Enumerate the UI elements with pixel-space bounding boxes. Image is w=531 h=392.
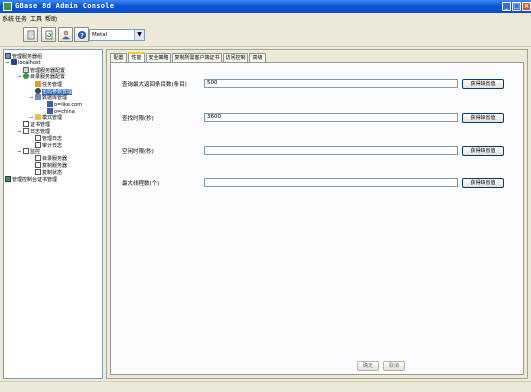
tree-node[interactable]: 复制状态 bbox=[35, 169, 62, 176]
minimize-button[interactable]: _ bbox=[502, 2, 511, 11]
tab-performance[interactable]: 性能 bbox=[128, 52, 145, 62]
document-button[interactable] bbox=[23, 27, 38, 42]
tree-node[interactable]: 模式管理 bbox=[35, 114, 62, 121]
title-bar: GBase 8d Admin Console _ □ × bbox=[0, 0, 531, 13]
expander-icon[interactable]: ⊸ bbox=[5, 60, 9, 66]
ok-button[interactable]: 确定 bbox=[357, 361, 379, 371]
close-button[interactable]: × bbox=[522, 2, 531, 11]
cancel-button[interactable]: 取消 bbox=[383, 361, 405, 371]
computer-icon bbox=[11, 59, 17, 65]
db-node-icon bbox=[47, 101, 53, 107]
document-icon bbox=[27, 30, 35, 40]
max-return-entries-label: 查询最大返回条目数(条目) bbox=[122, 82, 187, 88]
tree-node[interactable]: 管理日志 bbox=[35, 135, 62, 142]
svg-text:?: ? bbox=[80, 32, 84, 39]
get-default-button[interactable]: 获得缺省值 bbox=[462, 178, 504, 188]
directory-server-icon bbox=[23, 73, 29, 79]
performance-tab-body: 查询最大返回条目数(条目) 500 获得缺省值 查找时限(秒) 3600 获得缺… bbox=[110, 62, 524, 375]
folder-icon bbox=[35, 114, 41, 120]
expander-icon[interactable]: ⊸ bbox=[29, 95, 33, 101]
help-button[interactable]: ? bbox=[74, 27, 89, 42]
log-icon bbox=[35, 135, 41, 141]
tab-advanced[interactable]: 高级 bbox=[249, 53, 266, 62]
look-and-feel-select[interactable]: Metal ▼ bbox=[89, 29, 145, 41]
search-timeout-label: 查找时限(秒) bbox=[122, 116, 154, 122]
max-return-entries-input[interactable]: 500 bbox=[204, 79, 458, 88]
tree-node[interactable]: localhost bbox=[11, 59, 40, 66]
tree-node[interactable]: 证书管理 bbox=[23, 121, 50, 128]
get-default-button[interactable]: 获得缺省值 bbox=[462, 113, 504, 123]
window-title: GBase 8d Admin Console bbox=[15, 2, 115, 10]
expander-icon[interactable]: ⊸ bbox=[17, 129, 21, 135]
tab-security-policy[interactable]: 安全策略 bbox=[146, 53, 171, 62]
tree-node[interactable]: 管理控制台证书管理 bbox=[5, 176, 57, 183]
tree-node[interactable]: 数据库管理 bbox=[35, 94, 67, 101]
max-threads-input[interactable] bbox=[204, 178, 458, 187]
idle-timeout-input[interactable] bbox=[204, 146, 458, 155]
console-certificate-icon bbox=[5, 176, 11, 182]
monitor-icon bbox=[23, 148, 29, 154]
monitor-icon bbox=[35, 155, 41, 161]
toolbar: ? Metal ▼ bbox=[0, 24, 531, 47]
task-icon bbox=[35, 81, 41, 87]
database-icon bbox=[35, 94, 41, 100]
idle-timeout-label: 空闲时限(秒) bbox=[122, 149, 154, 155]
tab-replication-cert[interactable]: 复制所需客户端证书 bbox=[172, 53, 222, 62]
monitor-icon bbox=[35, 169, 41, 175]
app-icon bbox=[3, 2, 12, 11]
tree-node[interactable]: 监控 bbox=[23, 148, 40, 155]
tree-node[interactable]: 复制服务器 bbox=[35, 162, 67, 169]
content-panel: 配置 性能 安全策略 复制所需客户端证书 访问控制 高级 查询最大返回条目数(条… bbox=[106, 49, 528, 379]
menu-bar: 系统 任务 工具 帮助 bbox=[0, 13, 531, 23]
help-icon: ? bbox=[78, 31, 86, 39]
tree-node[interactable]: o=like.com bbox=[47, 101, 82, 108]
expander-icon[interactable]: ⊸ bbox=[17, 149, 21, 155]
menu-task[interactable]: 任务 bbox=[15, 14, 27, 23]
users-button[interactable] bbox=[58, 27, 73, 42]
log-icon bbox=[23, 128, 29, 134]
menu-help[interactable]: 帮助 bbox=[45, 14, 57, 23]
tree-node[interactable]: 目录服务器配置 bbox=[23, 73, 65, 80]
chevron-down-icon[interactable]: ▼ bbox=[134, 30, 144, 40]
tree-node[interactable]: 日志管理 bbox=[23, 128, 50, 135]
tab-access-control[interactable]: 访问控制 bbox=[223, 53, 248, 62]
tree-node[interactable]: 目录服务器 bbox=[35, 155, 67, 162]
refresh-icon bbox=[45, 30, 53, 40]
menu-tools[interactable]: 工具 bbox=[30, 14, 42, 23]
certificate-icon bbox=[23, 121, 29, 127]
status-bar bbox=[0, 381, 531, 392]
get-default-button[interactable]: 获得缺省值 bbox=[462, 146, 504, 156]
look-and-feel-value: Metal bbox=[92, 32, 108, 38]
get-default-button[interactable]: 获得缺省值 bbox=[462, 79, 504, 89]
tab-config[interactable]: 配置 bbox=[110, 53, 127, 62]
search-timeout-input[interactable]: 3600 bbox=[204, 113, 458, 122]
refresh-button[interactable] bbox=[41, 27, 56, 42]
monitor-icon bbox=[35, 162, 41, 168]
navigation-tree: 管理服务器组 ⊸ localhost 管理服务器配置 ⊸ 目录服务器配置 任务管… bbox=[3, 49, 103, 379]
tree-node[interactable]: 任务管理 bbox=[35, 81, 62, 88]
users-icon bbox=[61, 30, 71, 40]
menu-system[interactable]: 系统 bbox=[2, 14, 14, 23]
max-threads-label: 最大线程数(个) bbox=[122, 181, 160, 187]
expander-icon[interactable]: ⊸ bbox=[17, 74, 21, 80]
maximize-button[interactable]: □ bbox=[512, 2, 521, 11]
